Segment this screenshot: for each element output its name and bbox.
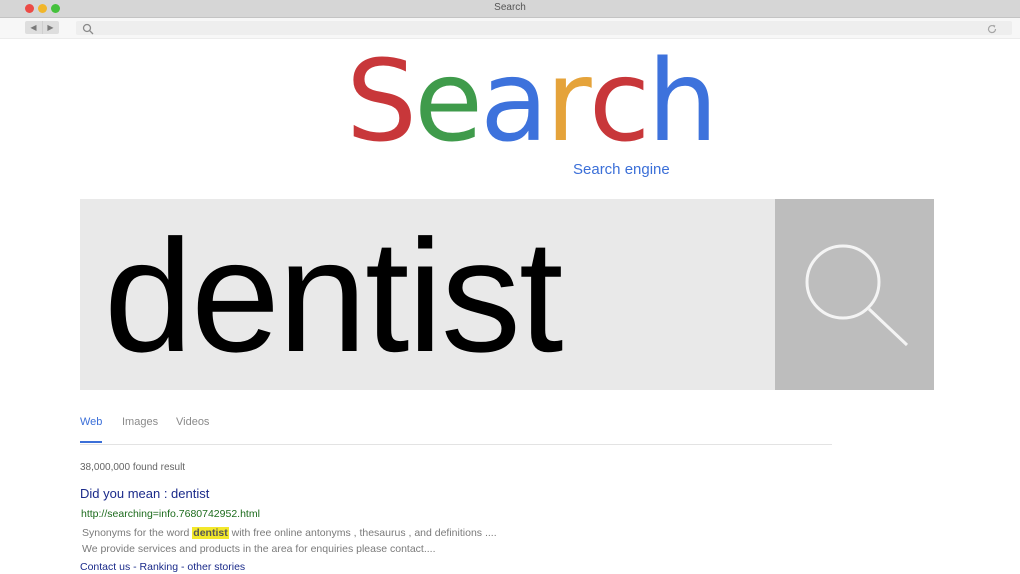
arrow-right-icon: ▶ [47,23,54,32]
search-button[interactable] [775,199,934,390]
arrow-left-icon: ◀ [30,23,37,32]
snippet-text-before: Synonyms for the word [82,527,193,539]
logo-letter-r: r [545,37,592,167]
tab-images[interactable]: Images [122,416,158,428]
search-logo: Search [346,37,718,167]
snippet-highlight: dentist [192,527,229,539]
reload-icon[interactable] [986,22,998,40]
result-snippet: Synonyms for the word dentist with free … [82,527,497,539]
logo-letter-s: S [346,37,417,167]
forward-button[interactable]: ▶ [42,21,59,34]
search-input[interactable]: dentist [80,199,775,390]
logo-letter-a: a [480,37,549,167]
result-count: 38,000,000 found result [80,462,186,473]
back-button[interactable]: ◀ [25,21,43,34]
browser-window: Search ◀ ▶ Search Search engine dentist … [0,0,1020,574]
search-query-text: dentist [104,206,563,385]
snippet-text-after: with free online antonyms , thesaurus , … [228,527,497,539]
result-url[interactable]: http://searching=info.7680742952.html [81,508,260,520]
did-you-mean-link[interactable]: Did you mean : dentist [80,486,209,501]
browser-toolbar: ◀ ▶ [0,18,1020,39]
logo-letter-e: e [414,37,483,167]
logo-subtitle: Search engine [573,161,670,178]
magnifier-icon [82,22,94,40]
result-links[interactable]: Contact us - Ranking - other stories [80,561,245,573]
window-title: Search [494,2,526,13]
logo-letter-h: h [647,37,718,167]
result-tabs: Web Images Videos [80,416,832,445]
address-bar[interactable] [76,21,1012,35]
active-tab-indicator [80,441,102,443]
result-snippet-line2: We provide services and products in the … [82,543,436,555]
navigation-buttons: ◀ ▶ [25,21,59,34]
tab-videos[interactable]: Videos [176,416,209,428]
tab-web[interactable]: Web [80,416,102,428]
title-bar: Search [0,0,1020,18]
magnifier-icon [805,244,909,347]
logo-letter-c: c [588,37,651,167]
